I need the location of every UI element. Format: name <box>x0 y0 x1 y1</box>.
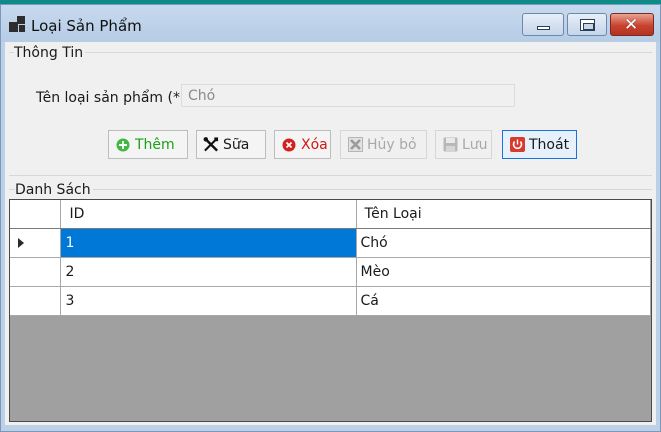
power-icon <box>509 137 525 153</box>
save-icon <box>442 137 458 153</box>
delete-icon <box>281 137 297 153</box>
cancel-icon <box>347 137 363 153</box>
table-row[interactable]: 2 Mèo <box>10 257 651 287</box>
row-header[interactable] <box>10 228 61 258</box>
tools-icon <box>203 137 219 153</box>
window-title: Loại Sản Phẩm <box>31 17 142 35</box>
cell-name[interactable]: Chó <box>356 228 651 258</box>
row-header[interactable] <box>10 286 61 316</box>
row-header[interactable] <box>10 257 61 287</box>
exit-button[interactable]: Thoát <box>502 130 577 159</box>
close-button[interactable]: ✕ <box>610 13 654 36</box>
category-name-input[interactable] <box>181 84 515 107</box>
minimize-icon <box>537 26 550 30</box>
close-icon: ✕ <box>624 15 639 35</box>
category-data-grid[interactable]: ID Tên Loại 1 Chó 2 Mèo 3 Cá <box>9 199 652 422</box>
app-window: Loại Sản Phẩm ✕ Thông Tin Tên loại sản p… <box>0 4 661 432</box>
info-group-bottom-border <box>9 175 652 176</box>
edit-button[interactable]: Sữa <box>196 130 266 159</box>
column-header-id[interactable]: ID <box>60 200 357 229</box>
cell-id[interactable]: 3 <box>60 286 357 316</box>
add-label: Thêm <box>135 136 175 153</box>
current-row-arrow-icon <box>18 237 24 248</box>
cell-id[interactable]: 1 <box>60 228 357 258</box>
table-row[interactable]: 3 Cá <box>10 286 651 316</box>
exit-label: Thoát <box>529 136 570 153</box>
cell-name[interactable]: Mèo <box>356 257 651 287</box>
info-group-border <box>9 52 652 53</box>
delete-label: Xóa <box>301 136 328 153</box>
title-bar[interactable]: Loại Sản Phẩm ✕ <box>1 5 660 42</box>
category-table: ID Tên Loại 1 Chó 2 Mèo 3 Cá <box>10 200 651 316</box>
save-button[interactable]: Lưu <box>435 130 492 159</box>
delete-button[interactable]: Xóa <box>274 130 331 159</box>
add-button[interactable]: Thêm <box>108 130 188 159</box>
cell-id[interactable]: 2 <box>60 257 357 287</box>
category-name-label: Tên loại sản phẩm (*): <box>36 90 191 106</box>
column-header-name[interactable]: Tên Loại <box>356 200 651 229</box>
list-group-title: Danh Sách <box>15 182 93 198</box>
list-group-border <box>9 189 652 190</box>
cancel-label: Hủy bỏ <box>367 136 417 153</box>
app-icon <box>9 16 25 32</box>
cancel-button[interactable]: Hủy bỏ <box>340 130 427 159</box>
edit-label: Sữa <box>223 136 250 153</box>
cell-name[interactable]: Cá <box>356 286 651 316</box>
window-client-area: Thông Tin Tên loại sản phẩm (*): Thêm Sữ… <box>5 42 656 425</box>
grid-header-row: ID Tên Loại <box>10 200 651 229</box>
minimize-button[interactable] <box>522 13 564 36</box>
info-group-title: Thông Tin <box>14 45 86 61</box>
table-row[interactable]: 1 Chó <box>10 228 651 258</box>
row-header-corner[interactable] <box>10 200 61 229</box>
save-label: Lưu <box>462 136 488 153</box>
maximize-icon <box>580 19 595 31</box>
add-icon <box>115 137 131 153</box>
maximize-button[interactable] <box>567 13 607 36</box>
